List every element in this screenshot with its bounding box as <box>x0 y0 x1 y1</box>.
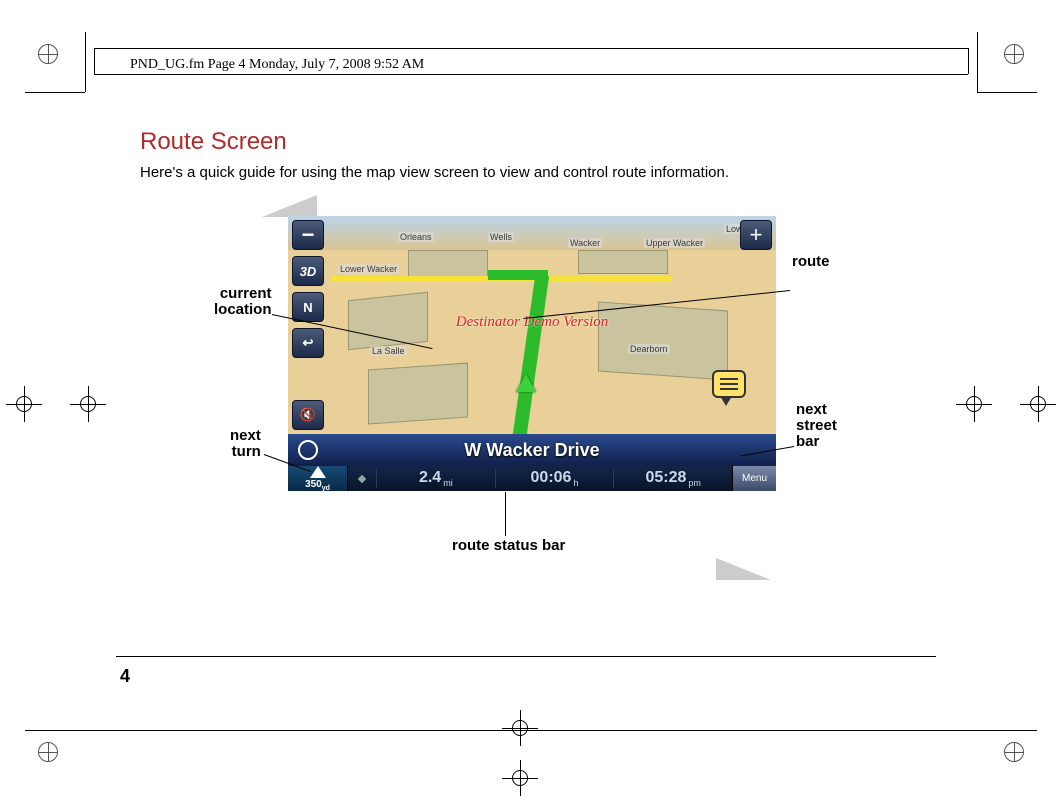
street-label-wells: Wells <box>488 232 514 242</box>
zoom-out-button[interactable]: − <box>292 220 324 250</box>
crop-cross <box>956 386 992 422</box>
callout-route-status-bar: route status bar <box>452 538 565 554</box>
next-turn-box[interactable]: 350yd <box>288 466 348 491</box>
building <box>348 292 428 350</box>
building <box>368 363 468 425</box>
reg-mark <box>1004 742 1024 762</box>
crop-corner <box>25 92 85 93</box>
street-label-dearborn: Dearborn <box>628 344 670 354</box>
page-number: 4 <box>120 666 130 687</box>
page-heading: Route Screen <box>140 128 287 156</box>
view-3d-button[interactable]: 3D <box>292 256 324 286</box>
decorative-triangle <box>716 558 771 580</box>
remaining-time[interactable]: 00:06h <box>495 469 614 488</box>
building <box>408 250 488 278</box>
header-text: PND_UG.fm Page 4 Monday, July 7, 2008 9:… <box>130 57 424 73</box>
compass-label: N <box>303 300 312 315</box>
header-rule <box>94 74 968 75</box>
menu-button[interactable]: Menu <box>732 466 776 491</box>
header-rule <box>968 48 969 74</box>
callout-current-location: current location <box>214 286 272 318</box>
reg-mark <box>38 44 58 64</box>
crop-cross <box>502 710 538 746</box>
bottom-rule <box>25 730 1037 731</box>
satellite-icon <box>348 471 376 487</box>
crop-cross <box>1020 386 1056 422</box>
current-location-arrow <box>516 374 536 392</box>
speed-limit-icon <box>288 434 328 466</box>
zoom-in-button[interactable]: + <box>740 220 772 250</box>
street-label-wacker: Wacker <box>568 238 602 248</box>
crop-cross <box>502 760 538 796</box>
crop-corner <box>977 32 978 92</box>
callout-next-turn: next turn <box>230 428 261 460</box>
crop-cross <box>70 386 106 422</box>
reg-mark <box>38 742 58 762</box>
compass-button[interactable]: N <box>292 292 324 322</box>
intro-text: Here's a quick guide for using the map v… <box>140 164 729 181</box>
turn-arrow-icon <box>310 466 326 478</box>
street-label-lower-wacker: Lower Wacker <box>338 264 399 274</box>
route-screen-figure: Orleans Wells Wacker Upper Wacker Lower … <box>288 216 776 491</box>
mute-button[interactable]: 🔇 <box>292 400 324 430</box>
back-button[interactable]: ↩ <box>292 328 324 358</box>
building <box>578 250 668 274</box>
callout-line <box>505 492 506 536</box>
next-street-name: W Wacker Drive <box>328 440 736 461</box>
decorative-triangle <box>262 195 317 217</box>
route-status-bar[interactable]: 350yd 2.4mi 00:06h 05:28pm Menu <box>288 466 776 491</box>
crop-corner <box>85 32 86 92</box>
header-rule <box>94 48 95 74</box>
street-label-la-salle: La Salle <box>370 346 407 356</box>
route-line <box>488 270 548 280</box>
route-line <box>513 276 549 434</box>
header-rule <box>94 48 968 49</box>
building <box>598 301 728 380</box>
crop-corner <box>977 92 1037 93</box>
turn-distance: 350yd <box>305 479 330 492</box>
crop-cross <box>6 386 42 422</box>
arrival-time[interactable]: 05:28pm <box>613 469 732 488</box>
info-bubble-button[interactable] <box>712 370 746 398</box>
callout-route: route <box>792 254 830 270</box>
callout-next-street-bar: next street bar <box>796 402 837 449</box>
reg-mark <box>1004 44 1024 64</box>
street-label-upper-wacker: Upper Wacker <box>644 238 705 248</box>
footer-rule <box>116 656 936 657</box>
next-street-bar[interactable]: W Wacker Drive <box>288 434 776 466</box>
street-label-orleans: Orleans <box>398 232 434 242</box>
remaining-distance[interactable]: 2.4mi <box>376 469 495 488</box>
map-area[interactable]: Orleans Wells Wacker Upper Wacker Lower … <box>288 216 776 434</box>
